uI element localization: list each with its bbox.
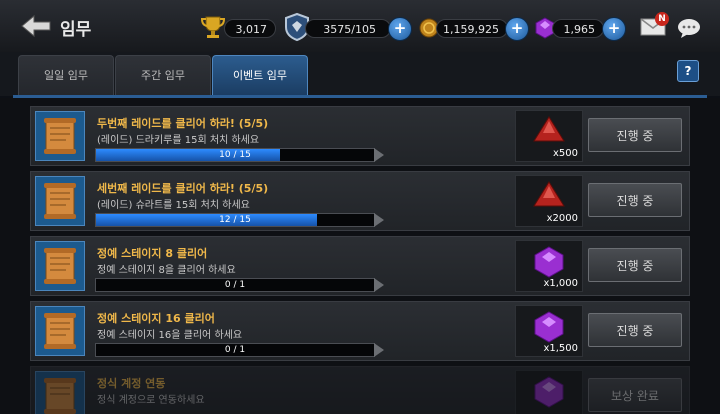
stamina-value: 3575/105 [305,19,391,38]
mission-title: 정예 스테이지 16 클리어 [97,312,215,325]
mail-new-badge: N [655,12,669,26]
reward-box: x500 [515,110,583,162]
trophy-value: 3,017 [224,19,276,38]
mission-progress-bar: 10 / 15 [95,148,384,162]
scroll-icon [35,241,85,291]
mission-status-button[interactable]: 진행 중 [588,118,682,152]
top-bar: 임무 3,017 3575/105 + 1,159,925 + 1,965 + … [0,0,720,53]
mission-description: 정예 스테이지 16을 클리어 하세요 [97,330,243,341]
back-arrow-icon [21,14,51,38]
reward-quantity: x1,000 [543,278,578,289]
gem-value: 1,965 [552,19,604,38]
gold-value: 1,159,925 [436,19,508,38]
reward-quantity: x1,500 [543,343,578,354]
scroll-icon [35,176,85,226]
mission-status-button[interactable]: 보상 완료 [588,378,682,412]
purple-gem-icon [532,375,566,413]
progress-text: 12 / 15 [219,215,251,225]
bar-end-cap [374,213,384,227]
tab-weekly[interactable]: 주간 임무 [115,55,211,95]
reward-box [515,370,583,414]
mission-description: 정예 스테이지 8을 클리어 하세요 [97,265,236,276]
mission-description: (레이드) 드라키루를 15회 처치 하세요 [97,135,260,146]
mission-progress-bar: 12 / 15 [95,213,384,227]
add-gold-button[interactable]: + [505,17,529,41]
add-gem-button[interactable]: + [602,17,626,41]
progress-text: 0 / 1 [224,345,246,355]
progress-text: 10 / 15 [219,150,251,160]
tab-event[interactable]: 이벤트 임무 [212,55,308,95]
mission-status-button[interactable]: 진행 중 [588,248,682,282]
scroll-icon [35,371,85,414]
mission-progress-bar: 0 / 1 [95,343,384,357]
trophy-icon [200,14,226,44]
back-arrow-button[interactable] [20,14,52,38]
reward-box: x1,000 [515,240,583,292]
progress-text: 0 / 1 [224,280,246,290]
help-button[interactable]: ? [677,60,699,82]
mission-row: 두번째 레이드를 클리어 하라! (5/5) (레이드) 드라키루를 15회 처… [30,106,690,166]
scroll-icon [35,111,85,161]
mission-status-button[interactable]: 진행 중 [588,313,682,347]
mission-title: 정식 계정 연동 [97,377,166,390]
reward-quantity: x500 [552,148,578,159]
scroll-icon [35,306,85,356]
bar-end-cap [374,343,384,357]
mission-description: 정식 계정으로 연동하세요 [97,395,205,406]
reward-box: x1,500 [515,305,583,357]
reward-box: x2000 [515,175,583,227]
mission-status-button[interactable]: 진행 중 [588,183,682,217]
bar-end-cap [374,278,384,292]
tab-daily[interactable]: 일일 임무 [18,55,114,95]
mission-row: 세번째 레이드를 클리어 하라! (5/5) (레이드) 슈라트를 15회 처치… [30,171,690,231]
chat-icon[interactable] [677,17,701,43]
reward-quantity: x2000 [546,213,578,224]
page-title: 임무 [60,20,92,40]
mission-row: 정식 계정 연동 정식 계정으로 연동하세요 보상 완료 [30,366,690,414]
mission-progress-bar: 0 / 1 [95,278,384,292]
add-stamina-button[interactable]: + [388,17,412,41]
mission-title: 두번째 레이드를 클리어 하라! (5/5) [97,117,269,130]
mission-title: 정예 스테이지 8 클리어 [97,247,208,260]
mission-description: (레이드) 슈라트를 15회 처치 하세요 [97,200,250,211]
mission-row: 정예 스테이지 16 클리어 정예 스테이지 16을 클리어 하세요 0 / 1… [30,301,690,361]
mission-list[interactable]: 두번째 레이드를 클리어 하라! (5/5) (레이드) 드라키루를 15회 처… [0,98,720,414]
bar-end-cap [374,148,384,162]
mission-row: 정예 스테이지 8 클리어 정예 스테이지 8을 클리어 하세요 0 / 1 x… [30,236,690,296]
tab-row: 일일 임무 주간 임무 이벤트 임무 ? [0,52,720,96]
mission-title: 세번째 레이드를 클리어 하라! (5/5) [97,182,269,195]
